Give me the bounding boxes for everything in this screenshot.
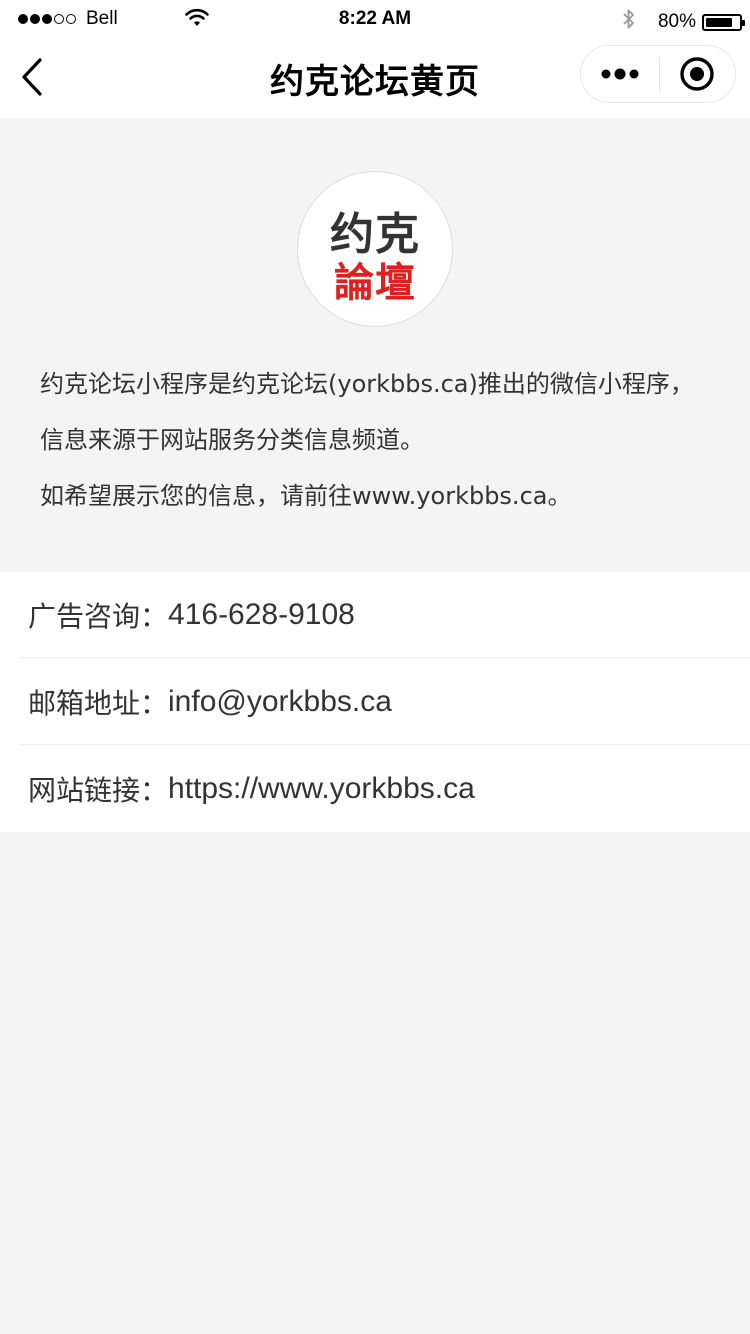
phone-value[interactable]: 416-628-9108 bbox=[168, 598, 355, 632]
bluetooth-icon bbox=[622, 8, 636, 36]
logo-text-bottom: 論壇 bbox=[334, 260, 416, 306]
intro-section: 约克 論壇 约克论坛小程序是约克论坛(yorkbbs.ca)推出的微信小程序， … bbox=[0, 118, 750, 572]
intro-line: 约克论坛小程序是约克论坛(yorkbbs.ca)推出的微信小程序， bbox=[40, 370, 694, 398]
email-label: 邮箱地址： bbox=[28, 686, 169, 720]
phone-label: 广告咨询： bbox=[28, 599, 169, 633]
intro-line: 信息来源于网站服务分类信息频道。 bbox=[40, 426, 424, 454]
email-value[interactable]: info@yorkbbs.ca bbox=[168, 685, 392, 719]
status-bar: Bell 8:22 AM 80% bbox=[0, 0, 750, 40]
close-button[interactable] bbox=[660, 46, 736, 102]
battery-cap bbox=[742, 19, 745, 26]
website-label: 网站链接： bbox=[28, 774, 169, 807]
email-row[interactable]: 邮箱地址： info@yorkbbs.ca bbox=[20, 659, 750, 745]
miniprogram-capsule bbox=[580, 45, 736, 103]
more-button[interactable] bbox=[581, 46, 659, 102]
battery-percent: 80% bbox=[657, 11, 696, 32]
status-right: 80% bbox=[622, 8, 745, 36]
intro-line: 如希望展示您的信息，请前往www.yorkbbs.ca。 bbox=[40, 482, 572, 510]
yorkbbs-logo: 约克 論壇 bbox=[297, 171, 453, 327]
intro-description: 约克论坛小程序是约克论坛(yorkbbs.ca)推出的微信小程序， 信息来源于网… bbox=[40, 356, 730, 524]
contact-info-list: 广告咨询： 416-628-9108 邮箱地址： info@yorkbbs.ca… bbox=[0, 572, 750, 832]
phone-row[interactable]: 广告咨询： 416-628-9108 bbox=[20, 572, 750, 658]
target-circle-icon bbox=[680, 57, 714, 91]
battery-icon bbox=[702, 13, 745, 31]
website-link[interactable]: https://www.yorkbbs.ca bbox=[168, 772, 475, 806]
battery-fill bbox=[706, 17, 732, 27]
website-row[interactable]: 网站链接： https://www.yorkbbs.ca bbox=[20, 746, 750, 832]
more-dots-icon bbox=[601, 68, 639, 80]
nav-bar: 约克论坛黄页 bbox=[0, 40, 750, 118]
